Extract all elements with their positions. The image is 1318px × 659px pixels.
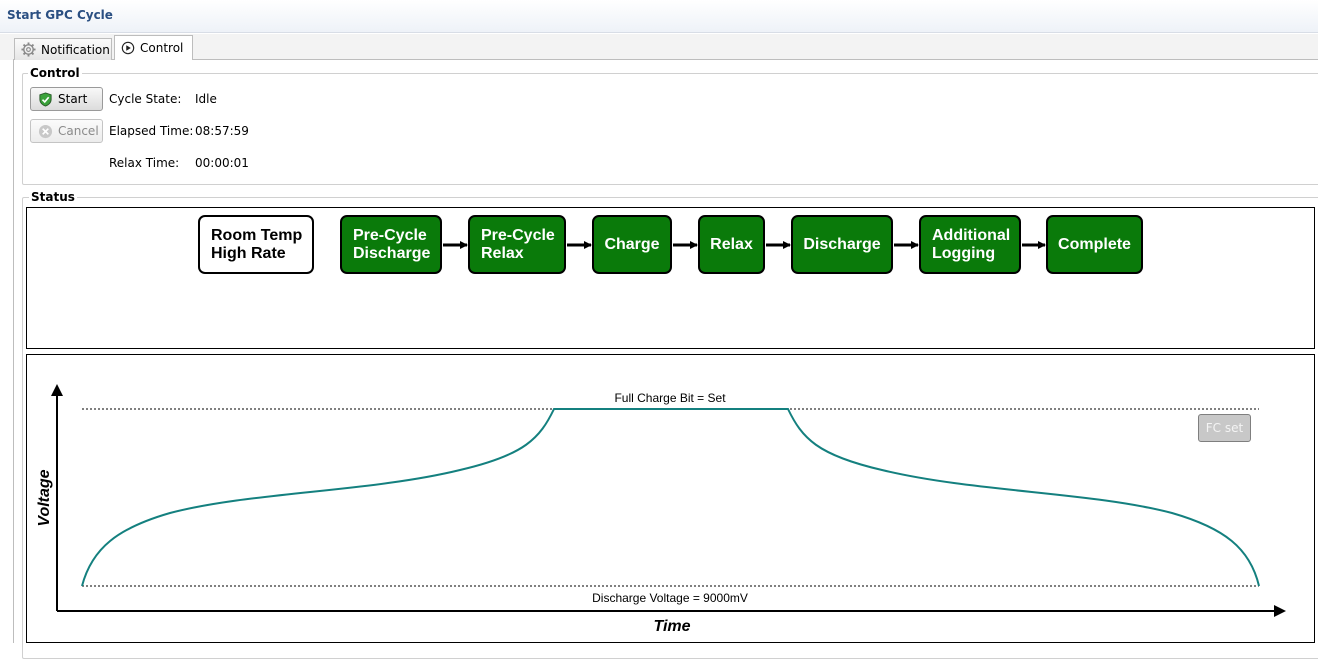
fc-set-button[interactable]: FC set <box>1198 414 1251 442</box>
voltage-curve <box>81 408 1260 587</box>
play-circle-icon <box>121 41 135 55</box>
y-axis-label: Voltage <box>36 469 53 526</box>
tab-control-label: Control <box>140 41 184 55</box>
tab-control[interactable]: Control <box>114 35 193 60</box>
x-axis-label: Time <box>653 618 690 635</box>
discharge-voltage-label: Discharge Voltage = 9000mV <box>592 591 748 605</box>
voltage-chart: Full Charge Bit = Set Discharge Voltage … <box>36 384 1286 635</box>
full-charge-label: Full Charge Bit = Set <box>614 391 726 405</box>
